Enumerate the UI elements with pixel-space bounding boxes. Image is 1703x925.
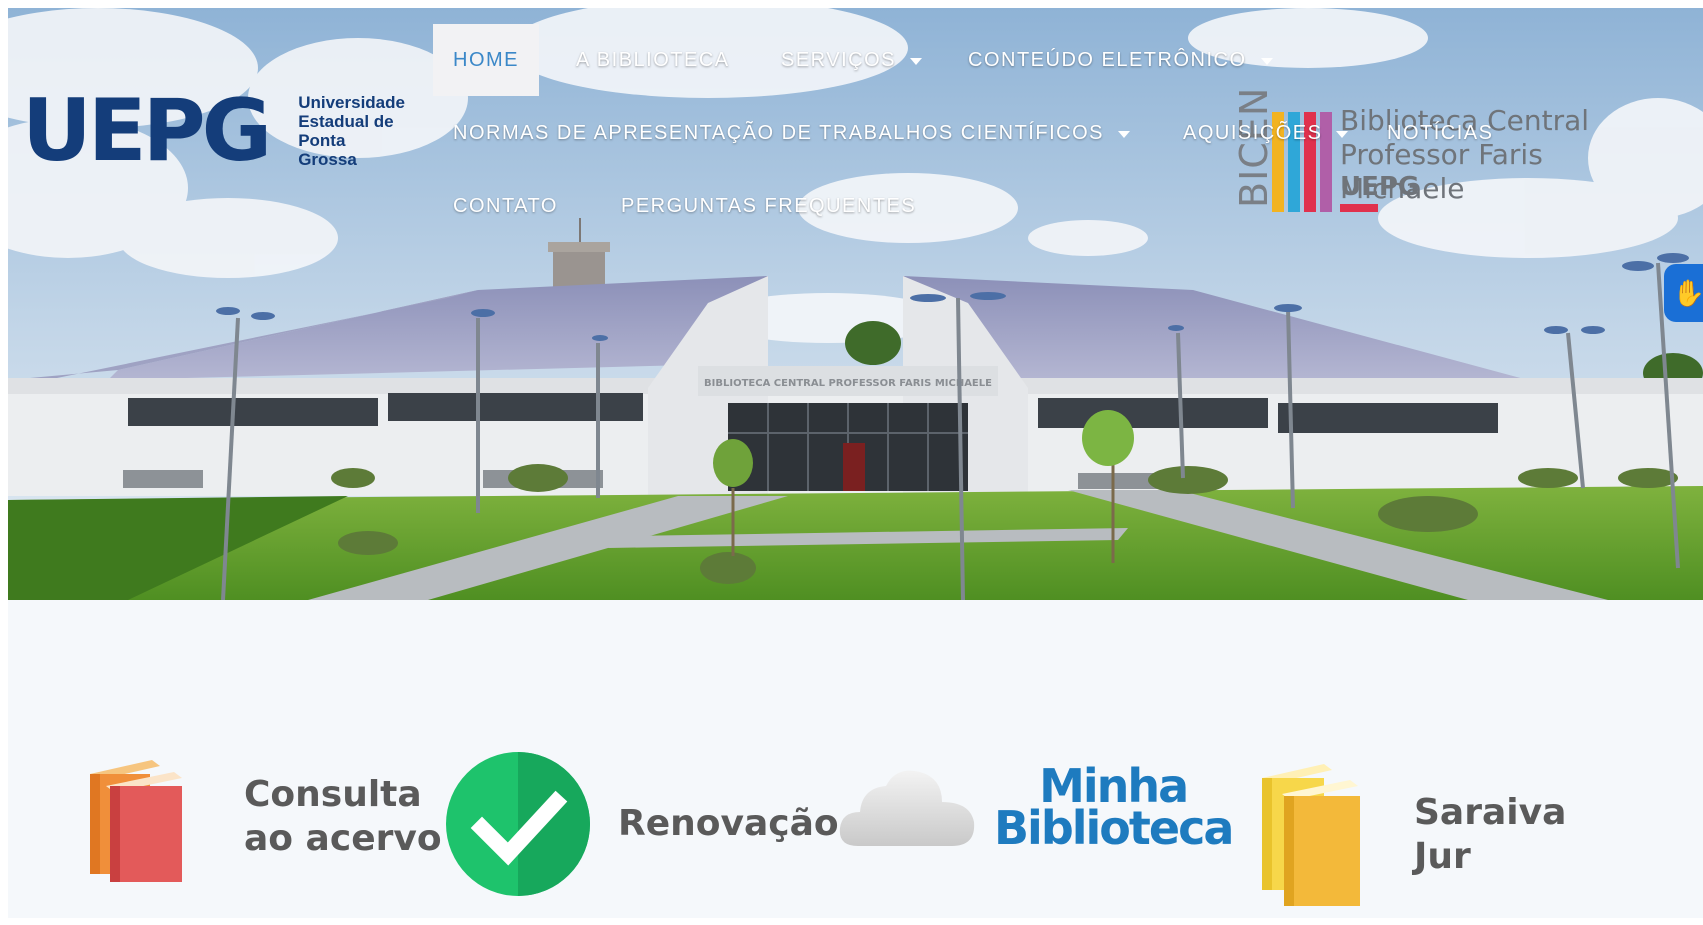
nav-item-contato[interactable]: CONTATO <box>433 170 578 242</box>
page-frame: BIBLIOTECA CENTRAL PROFESSOR FARIS MICHA… <box>8 8 1703 918</box>
nav-item-label: CONTATO <box>453 194 558 217</box>
yellow-books-icon <box>1262 764 1360 906</box>
chevron-down-icon <box>910 57 922 65</box>
minha-biblioteca-wordmark: Minha Biblioteca <box>994 763 1234 855</box>
nav-item-a-biblioteca[interactable]: A BIBLIOTECA <box>556 24 750 96</box>
chevron-down-icon <box>1117 130 1130 138</box>
nav-item-label: A BIBLIOTECA <box>576 48 730 71</box>
quick-link-label-line: ao acervo <box>244 818 442 859</box>
sign-language-hands-icon: ✋ <box>1672 277 1703 308</box>
nav-item-label: PERGUNTAS FREQUENTES <box>621 194 917 217</box>
university-name-line: Ponta Grossa <box>298 131 357 169</box>
quick-link-label-line: Consulta <box>244 774 422 815</box>
quick-link-label: Renovação <box>618 802 839 846</box>
chevron-down-icon <box>1336 130 1349 138</box>
building-sign-text: BIBLIOTECA CENTRAL PROFESSOR FARIS MICHA… <box>704 378 992 389</box>
university-name-line: Universidade <box>298 93 405 112</box>
quick-link-renovacao[interactable]: Renovação <box>444 750 839 898</box>
nav-item-label: SERVIÇOS <box>781 48 896 71</box>
bicen-uepg-text: UEPG <box>1340 172 1420 202</box>
quick-link-label-line: Jur <box>1414 836 1471 877</box>
nav-item-servicos[interactable]: SERVIÇOS <box>761 24 942 96</box>
quick-link-label: Saraiva Jur <box>1414 791 1566 879</box>
nav-item-label: NORMAS DE APRESENTAÇÃO DE TRABALHOS CIEN… <box>453 121 1104 144</box>
nav-item-normas[interactable]: NORMAS DE APRESENTAÇÃO DE TRABALHOS CIEN… <box>433 97 1150 169</box>
nav-item-label: HOME <box>453 48 519 71</box>
quick-links-section: Consulta ao acervo Renovação Minha Bibli… <box>8 600 1703 918</box>
nav-item-aquisicoes[interactable]: AQUISIÇÕES <box>1163 97 1368 169</box>
quick-link-label-line: Biblioteca <box>994 801 1234 855</box>
quick-link-label: Consulta ao acervo <box>244 773 442 861</box>
nav-item-noticias[interactable]: NOTÍCIAS <box>1367 97 1513 169</box>
nav-item-label: NOTÍCIAS <box>1387 121 1494 144</box>
check-circle-icon <box>446 752 590 896</box>
university-name: Universidade Estadual de Ponta Grossa <box>298 93 405 169</box>
uepg-logo[interactable]: UEPG Universidade Estadual de Ponta Gros… <box>22 81 405 181</box>
cloud-icon <box>839 770 975 846</box>
nav-item-label: AQUISIÇÕES <box>1183 121 1323 144</box>
bicen-red-bar <box>1340 204 1378 212</box>
hero-banner: BIBLIOTECA CENTRAL PROFESSOR FARIS MICHA… <box>8 8 1703 600</box>
nav-item-home[interactable]: HOME <box>433 24 539 96</box>
quick-link-label-line: Renovação <box>618 803 839 844</box>
books-icon <box>90 760 182 882</box>
sign-language-accessibility-button[interactable]: ✋ <box>1664 264 1703 322</box>
uepg-logo-mark: UEPG <box>22 81 272 181</box>
quick-link-saraiva-jur[interactable]: Saraiva Jur <box>1254 760 1566 910</box>
chevron-down-icon <box>1260 57 1273 65</box>
quick-link-minha-biblioteca[interactable]: Minha Biblioteca <box>838 762 1234 855</box>
university-name-line: Estadual de <box>298 112 394 131</box>
nav-item-label: CONTEÚDO ELETRÔNICO <box>968 48 1247 71</box>
quick-link-label-line: Saraiva <box>1414 792 1567 833</box>
nav-item-conteudo-eletronico[interactable]: CONTEÚDO ELETRÔNICO <box>948 24 1293 96</box>
nav-item-perguntas-frequentes[interactable]: PERGUNTAS FREQUENTES <box>601 170 936 242</box>
quick-link-consulta-acervo[interactable]: Consulta ao acervo <box>82 752 442 882</box>
